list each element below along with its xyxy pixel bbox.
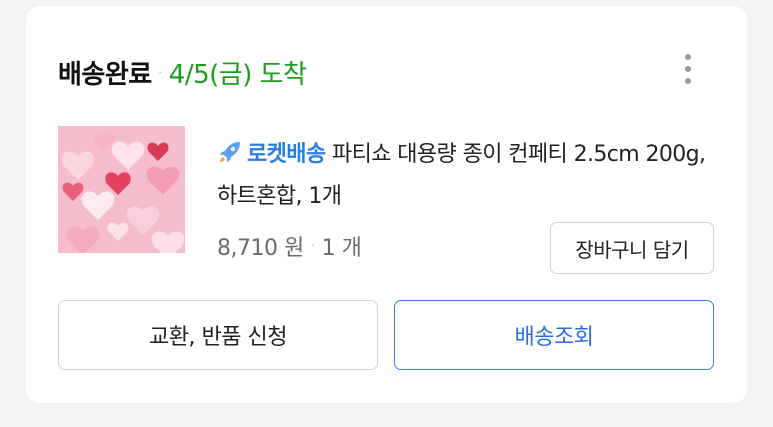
product-price: 8,710 원 <box>217 236 304 261</box>
product-quantity: 1 개 <box>321 236 362 261</box>
order-card: 배송완료 · 4/5(금) 도착 로켓배송 파티쇼 대용량 종이 컨페티 2.5… <box>26 6 747 403</box>
order-header: 배송완료 · 4/5(금) 도착 <box>58 52 307 92</box>
product-thumbnail[interactable] <box>58 126 185 253</box>
heart-confetti-image <box>58 126 185 253</box>
delivery-status: 배송완료 <box>58 59 152 90</box>
rocket-delivery-badge: 로켓배송 <box>247 142 326 167</box>
rocket-icon <box>220 142 240 162</box>
track-delivery-button[interactable]: 배송조회 <box>394 300 714 370</box>
more-vertical-icon-dot <box>685 78 691 84</box>
arrival-date: 4/5(금) 도착 <box>168 59 307 90</box>
add-to-cart-button[interactable]: 장바구니 담기 <box>550 222 714 274</box>
product-title[interactable]: 로켓배송 파티쇼 대용량 종이 컨페티 2.5cm 200g, 하트혼합, 1개 <box>217 134 717 218</box>
price-quantity-row: 8,710 원 · 1 개 <box>217 230 362 262</box>
separator-dot: · <box>310 238 315 254</box>
more-options-button[interactable] <box>674 46 702 92</box>
exchange-return-button[interactable]: 교환, 반품 신청 <box>58 300 378 370</box>
more-vertical-icon <box>685 54 691 60</box>
more-vertical-icon-dot <box>685 66 691 72</box>
separator-dot: · <box>157 62 163 82</box>
